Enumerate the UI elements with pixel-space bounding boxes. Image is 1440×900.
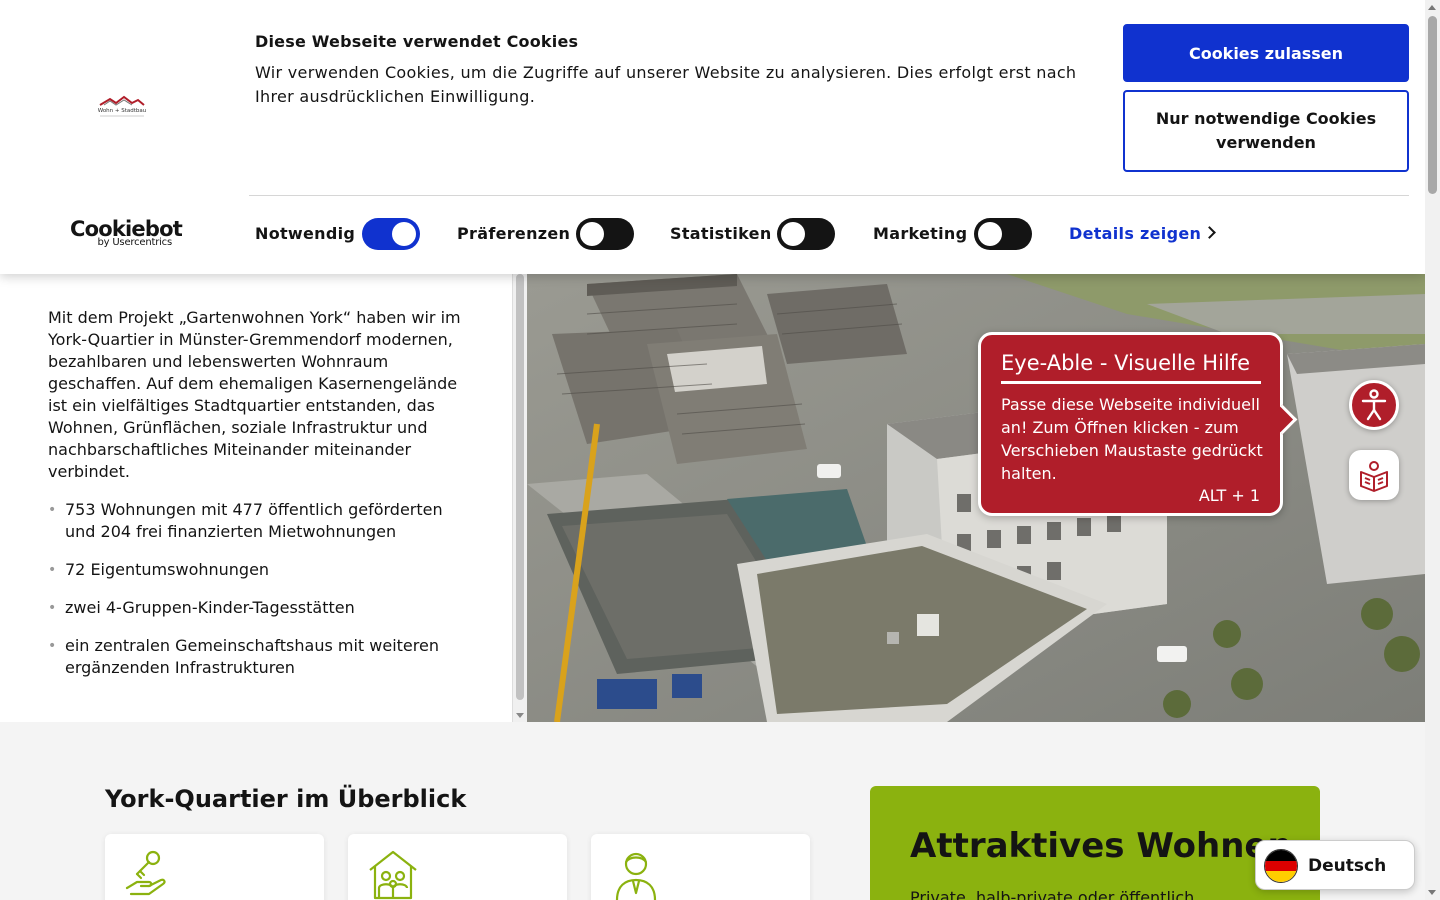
toggle-preferences[interactable]	[576, 218, 634, 250]
overview-card-housing[interactable]	[348, 834, 567, 900]
window-scrollbar[interactable]	[1425, 0, 1440, 900]
list-item: 753 Wohnungen mit 477 öffentlich geförde…	[48, 499, 478, 543]
scrollbar-thumb[interactable]	[1428, 16, 1437, 194]
book-reader-icon	[1360, 461, 1388, 492]
toggle-knob	[978, 222, 1002, 246]
cookie-description: Wir verwenden Cookies, um die Zugriffe a…	[255, 63, 1077, 106]
divider	[1001, 381, 1261, 384]
overview-card-keys[interactable]	[105, 834, 324, 900]
person-tie-icon	[615, 852, 657, 900]
divider	[249, 195, 1409, 196]
cookie-title: Diese Webseite verwendet Cookies	[255, 32, 579, 51]
cookiebot-sub: by Usercentrics	[97, 237, 172, 248]
scroll-down-arrow[interactable]	[1428, 890, 1436, 895]
eye-able-reader-button[interactable]	[1349, 450, 1399, 500]
toggle-label-statistics: Statistiken	[670, 224, 772, 243]
allow-cookies-button[interactable]: Cookies zulassen	[1123, 24, 1409, 82]
cookiebot-logo[interactable]: Cookiebot by Usercentrics	[70, 218, 183, 252]
project-intro: Mit dem Projekt „Gartenwohnen York“ habe…	[48, 308, 461, 481]
scroll-down-arrow[interactable]	[516, 713, 524, 718]
chevron-right-icon[interactable]	[1203, 226, 1216, 239]
eye-able-title: Eye-Able - Visuelle Hilfe	[1001, 351, 1251, 375]
toggle-marketing[interactable]	[974, 218, 1032, 250]
toggle-knob	[781, 222, 805, 246]
hand-key-icon	[125, 850, 166, 896]
show-details-link[interactable]: Details zeigen	[1069, 224, 1201, 243]
aerial-construction-photo	[527, 274, 1425, 722]
overview-card-contact[interactable]	[591, 834, 810, 900]
eye-able-button[interactable]	[1349, 380, 1399, 430]
necessary-cookies-button[interactable]: Nur notwendige Cookies verwenden	[1123, 90, 1409, 172]
list-item: 72 Eigentumswohnungen	[48, 559, 478, 581]
overview-title: York-Quartier im Überblick	[105, 785, 467, 813]
cookie-consent-banner: Wohn + Stadtbau Diese Webseite verwendet…	[0, 0, 1425, 274]
toggle-label-preferences: Präferenzen	[457, 224, 571, 243]
attractive-living-card: Attraktives Wohnen Private, halb-private…	[870, 786, 1320, 900]
toggle-statistics[interactable]	[777, 218, 835, 250]
green-card-title: Attraktives Wohnen	[910, 826, 1292, 866]
site-logo: Wohn + Stadtbau	[98, 95, 147, 117]
text-column-scrollbar[interactable]	[512, 274, 527, 722]
language-label: Deutsch	[1308, 856, 1387, 876]
house-family-icon	[369, 850, 417, 900]
eye-able-shortcut: ALT + 1	[1198, 486, 1260, 505]
facts-list: 753 Wohnungen mit 477 öffentlich geförde…	[48, 499, 478, 695]
toggle-label-marketing: Marketing	[873, 224, 968, 243]
accessibility-person-icon	[1361, 389, 1387, 421]
eye-able-text: Passe diese Webseite individuell an! Zum…	[1001, 395, 1263, 483]
scroll-up-arrow[interactable]	[1428, 5, 1436, 10]
site-logo-text: Wohn + Stadtbau	[98, 108, 147, 114]
list-item: zwei 4-Gruppen-Kinder-Tagesstätten	[48, 597, 478, 619]
german-flag-icon	[1264, 849, 1298, 883]
language-switcher[interactable]: Deutsch	[1255, 840, 1415, 890]
scrollbar-thumb[interactable]	[516, 274, 524, 700]
green-card-text: Private, halb-private oder öffentlich	[910, 888, 1195, 900]
list-item: ein zentralen Gemeinschaftshaus mit weit…	[48, 635, 478, 679]
toggle-necessary[interactable]	[362, 218, 420, 250]
eye-able-tooltip: Eye-Able - Visuelle Hilfe Passe diese We…	[978, 332, 1283, 516]
toggle-label-necessary: Notwendig	[255, 224, 356, 243]
toggle-knob	[580, 222, 604, 246]
toggle-knob	[392, 222, 416, 246]
